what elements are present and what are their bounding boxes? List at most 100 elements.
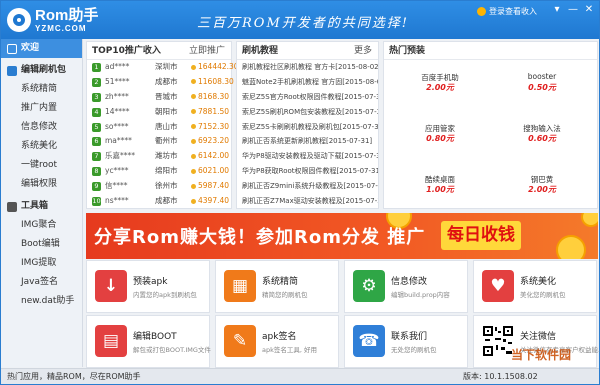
preinstall-app-name[interactable]: booster [492,72,592,81]
login-link[interactable]: 登录查看收入 [477,6,537,17]
tile-title: 编辑BOOT [133,332,177,342]
tutorial-link[interactable]: 索尼Z5S刷机ROM包安装教程及[2015-07-30] [237,105,378,120]
rank-city: 成都市 [155,196,178,206]
rank-row: 8 yc**** 绵阳市 6021.00 [87,164,231,179]
sidebar-item-newdat[interactable]: new.dat助手 [1,292,82,311]
promote-now-link[interactable]: 立即推广 [189,42,225,60]
rank-row: 9 信**** 徐州市 5987.40 [87,179,231,194]
preinstall-price: 2.00元 [426,83,454,92]
sidebar-item-slim[interactable]: 系统精简 [1,80,82,99]
rank-user: so**** [105,121,129,131]
app-window: Rom助手 YZMC.COM 三百万ROM开发者的共同选择! 登录查看收入 ▾ … [0,0,600,385]
feature-tile[interactable]: ▦ 系统精简 精简您的刷机包 [215,260,339,313]
rank-score: 8168.30 [191,90,229,105]
rank-badge: 7 [92,152,101,162]
rank-score: 4397.40 [191,194,229,209]
login-label: 登录查看收入 [489,7,537,16]
sidebar-item-root[interactable]: 一键root [1,156,82,175]
rank-user: ns**** [105,196,129,206]
rank-row: 1 ad**** 深圳市 164442.30 [87,60,239,75]
panel-header: TOP10推广收入 立即推广 [87,42,231,60]
flash-tutorial-panel: 刷机教程 更多 刷机教程社区刷机教程 官方卡[2015-08-02] 魅蓝Note… [236,41,379,209]
feature-tile[interactable]: ✎ apk签名 apk签名工具, 好用 [215,315,339,368]
tile-description: 无处您的刷机包 [391,346,437,354]
flash-package-icon [7,65,17,76]
tutorial-link[interactable]: 华为P8获取Root权限固件教程[2015-07-31] [237,164,378,179]
preinstall-price: 0.60元 [528,134,556,143]
tile-description: 精简您的刷机包 [262,291,308,299]
boot-edit-icon: ▤ [95,325,127,357]
logo-mark-icon [7,8,31,32]
rank-user: ma**** [105,136,132,146]
sidebar-group-edit-package[interactable]: 编辑刷机包 [1,61,82,80]
more-link[interactable]: 更多 [354,42,372,60]
sidebar-item-preinstall[interactable]: 推广内置 [1,99,82,118]
tile-title: 预装apk [133,277,168,287]
feature-tile[interactable]: ♥ 系统美化 美化您的刷机包 [473,260,597,313]
logo-site: YZMC.COM [35,24,87,33]
rank-row: 3 zh**** 晋城市 8168.30 [87,90,231,105]
rank-badge: 2 [92,77,101,87]
promo-banner[interactable]: 分享Rom赚大钱！参加Rom分发 推广 每日收钱 [86,213,598,259]
rank-row: 2 51**** 成都市 11608.30 [87,75,234,90]
sidebar-group-toolbox[interactable]: 工具箱 [1,197,82,216]
rank-badge: 1 [92,63,101,72]
tile-description: 内置您的apk到刷机包 [133,291,197,299]
download-icon: ↓ [95,270,127,302]
rank-row: 5 so**** 唐山市 7152.30 [87,120,231,135]
close-button[interactable]: ✕ [581,3,597,17]
window-controls: ▾ — ✕ [549,3,597,17]
rank-user: yc**** [105,166,129,176]
coin-icon [556,235,586,259]
tile-title: 关注微信 [520,332,557,342]
menu-button[interactable]: ▾ [549,3,565,17]
feature-tile[interactable]: ⚙ 信息修改 编辑build.prop内容 [344,260,468,313]
rank-city: 唐山市 [155,121,178,131]
sidebar-item-beautify[interactable]: 系统美化 [1,137,82,156]
tutorial-link[interactable]: 刷机正否Z7Max驱动安装教程及[2015-07-31] [237,194,378,209]
contact-icon: ☎ [353,325,385,357]
feature-tile[interactable]: ☎ 联系我们 无处您的刷机包 [344,315,468,368]
rank-user: zh**** [105,91,129,101]
rank-badge: 8 [92,167,101,177]
footer-text: 热门应用，精品ROM，尽在ROM助手 [7,372,141,381]
tutorial-link[interactable]: 魅蓝Note2手机刷机教程 官方固[2015-08-02] [237,75,378,90]
version-label: 版本: 10.1.1508.02 [463,372,538,381]
tutorial-link[interactable]: 刷机正否Z9mini系统升级教程及[2015-07-31] [237,179,378,194]
panel-header: 热门预装 [384,42,597,60]
rank-list: 1 ad**** 深圳市 164442.30 2 51**** 成都市 11608.30 3 zh… [87,60,239,209]
sidebar-item-info-edit[interactable]: 信息修改 [1,118,82,137]
preinstall-price: 1.00元 [426,185,454,194]
rank-user: 51**** [105,76,130,86]
feature-tile[interactable]: ▤ 编辑BOOT 解包或打包BOOT.IMG文件 [86,315,211,368]
heart-icon: ♥ [482,270,514,302]
panel-title: 热门预装 [389,46,426,56]
logo: Rom助手 YZMC.COM [7,6,107,34]
preinstall-grid: 百度手机助 2.00元 booster 0.50元 应用管家 0.80元 搜狗输入法 0.60… [384,60,597,208]
home-icon [7,43,17,54]
sidebar-item-welcome[interactable]: 欢迎 [1,39,82,58]
minimize-button[interactable]: — [565,3,581,17]
tutorial-link[interactable]: 索尼Z5S官方Root权限固件教程[2015-07-30] [237,90,378,105]
watermark: 当下软件园 [511,348,572,362]
rank-city: 潍坊市 [155,151,178,161]
sidebar-item-boot-edit[interactable]: Boot编辑 [1,235,82,254]
tutorial-link[interactable]: 刷机正否系统更新刷机教程[2015-07-31] [237,134,378,149]
banner-badge: 每日收钱 [441,221,521,250]
tutorial-link[interactable]: 索尼Z5S卡刷刷机教程及刷机包[2015-07-30] [237,120,378,135]
tile-title: 信息修改 [391,277,428,287]
sidebar-item-java-sign[interactable]: Java签名 [1,273,82,292]
rank-user: 信**** [105,181,128,191]
tutorial-link[interactable]: 华为P8驱动安装教程及驱动下载[2015-07-31] [237,149,378,164]
sidebar-item-img-extract[interactable]: IMG提取 [1,254,82,273]
tile-title: 系统美化 [520,277,557,287]
sidebar-item-permissions[interactable]: 编辑权限 [1,175,82,194]
tutorial-link[interactable]: 刷机教程社区刷机教程 官方卡[2015-08-02] [237,60,378,75]
logo-name: Rom助手 [35,7,99,24]
coin-icon [581,213,598,227]
pencil-icon: ✎ [224,325,256,357]
top10-panel: TOP10推广收入 立即推广 1 ad**** 深圳市 164442.30 2 51***… [86,41,239,209]
feature-tile[interactable]: ↓ 预装apk 内置您的apk到刷机包 [86,260,210,313]
sidebar-item-img-merge[interactable]: IMG聚合 [1,216,82,235]
rank-score: 6142.00 [191,149,229,164]
